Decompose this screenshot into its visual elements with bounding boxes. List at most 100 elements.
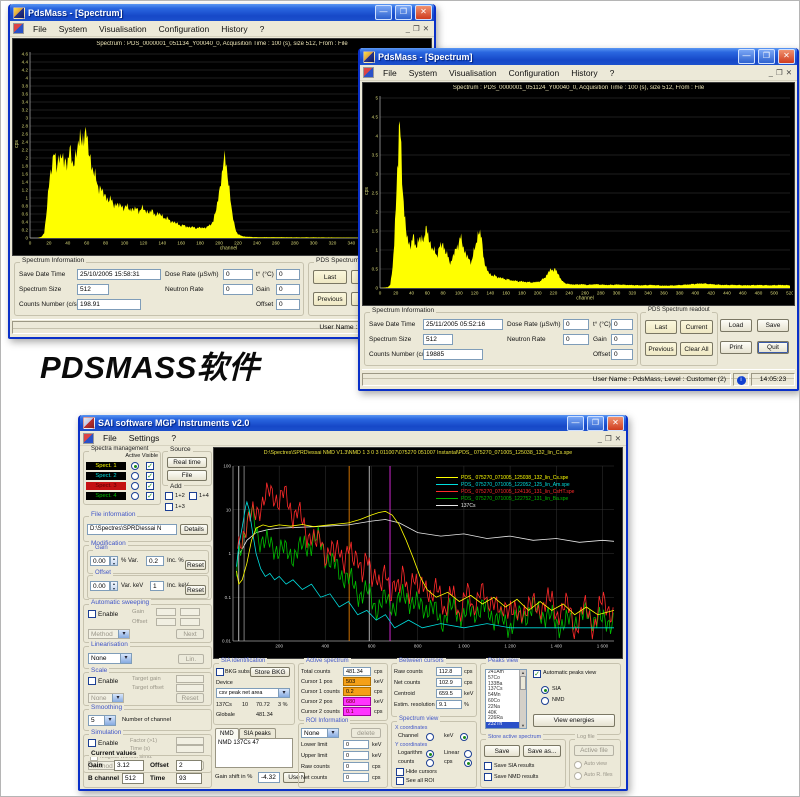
menu-help[interactable]: ?: [254, 24, 271, 34]
gain-shift-field[interactable]: -4.32: [258, 772, 280, 783]
file-button[interactable]: File: [167, 470, 207, 481]
mdi-close-icon[interactable]: ✕: [615, 434, 621, 443]
simulation-enable-checkbox[interactable]: [88, 739, 96, 747]
mdi-restore-icon[interactable]: ❐: [776, 68, 783, 77]
logarithm-radio[interactable]: [426, 750, 434, 758]
save-nmd-results-checkbox[interactable]: [484, 773, 492, 781]
counts-field[interactable]: 19885: [423, 349, 483, 360]
nmd-radio[interactable]: [541, 697, 549, 705]
listbox-scrollbar[interactable]: [519, 670, 526, 728]
menu-help[interactable]: ?: [604, 68, 621, 78]
current-button[interactable]: Current: [680, 320, 713, 334]
minimize-button[interactable]: —: [738, 49, 755, 64]
previous-button[interactable]: Previous: [313, 292, 347, 306]
minimize-button[interactable]: —: [567, 416, 584, 431]
view-energies-button[interactable]: View energies: [533, 714, 615, 727]
tem​p-field[interactable]: 0: [276, 269, 300, 280]
tab-nmd[interactable]: NMD: [215, 728, 239, 739]
mdi-restore-icon[interactable]: ❐: [413, 24, 420, 33]
linearisation-dropdown[interactable]: None: [88, 653, 132, 664]
linear-radio[interactable]: [464, 750, 472, 758]
menu-system[interactable]: System: [403, 68, 443, 78]
roi-lower-field[interactable]: 0: [343, 740, 369, 749]
offset-reset-button[interactable]: Reset: [185, 585, 206, 595]
details-button[interactable]: Details: [180, 524, 208, 535]
add-1-4-checkbox[interactable]: [189, 492, 197, 500]
gain-inc-field[interactable]: 0.2: [146, 556, 164, 566]
spectrum-plot[interactable]: 00.511.522.533.544.550204060801001201401…: [364, 94, 793, 306]
mdi-minimize-icon[interactable]: _: [769, 68, 773, 77]
title-bar[interactable]: PdsMass - [Spectrum] — ❐ ✕: [360, 48, 797, 65]
spectrum-2-visible-checkbox[interactable]: ✓: [146, 472, 154, 480]
scale-enable-checkbox[interactable]: [88, 677, 96, 685]
peaks-listbox[interactable]: 241Am 57Co 133Ba 137Cs 54Mn 60Co 22Na 40…: [485, 669, 527, 729]
spectrum-size-field[interactable]: 512: [423, 334, 453, 345]
mdi-restore-icon[interactable]: ❐: [605, 434, 612, 443]
device-mode-dropdown[interactable]: csv peak net area: [216, 688, 290, 698]
mdi-close-icon[interactable]: ✕: [423, 24, 429, 33]
print-button[interactable]: Print: [720, 341, 752, 354]
spectrum-size-field[interactable]: 512: [77, 284, 109, 295]
see-all-roi-checkbox[interactable]: [396, 777, 404, 785]
channel-radio[interactable]: [426, 733, 434, 741]
hide-cursors-checkbox[interactable]: [396, 768, 404, 776]
minimize-button[interactable]: —: [375, 5, 392, 20]
spectrum-2-active-radio[interactable]: [131, 472, 139, 480]
menu-configuration[interactable]: Configuration: [153, 24, 216, 34]
title-bar[interactable]: SAI software MGP Instruments v2.0 — ❐ ✕: [80, 415, 626, 431]
gain-reset-button[interactable]: Reset: [185, 560, 206, 570]
spectrum-1-active-radio[interactable]: [131, 462, 139, 470]
file-path-field[interactable]: D:\Spectres\SPRD\essai N: [87, 524, 177, 535]
menu-file[interactable]: File: [377, 68, 403, 78]
gain-spinner[interactable]: 0.00: [90, 556, 110, 566]
maximize-button[interactable]: ❐: [758, 49, 775, 64]
mdi-close-icon[interactable]: ✕: [786, 68, 792, 77]
spectrum-1-visible-checkbox[interactable]: ✓: [146, 462, 154, 470]
offset-spinner[interactable]: 0.00: [90, 581, 110, 591]
close-button[interactable]: ✕: [415, 5, 432, 20]
last-button[interactable]: Last: [313, 270, 347, 284]
last-button[interactable]: Last: [645, 320, 677, 334]
offset-field[interactable]: 0: [611, 349, 633, 360]
store-bkg-button[interactable]: Store BKG: [250, 667, 290, 677]
spectrum-4-visible-checkbox[interactable]: ✓: [146, 492, 154, 500]
smoothing-dropdown[interactable]: 5: [88, 715, 116, 726]
dose-rate-field[interactable]: 0: [223, 269, 253, 280]
temp-field[interactable]: 0: [611, 319, 633, 330]
mdi-minimize-icon[interactable]: _: [598, 434, 602, 443]
neutron-rate-field[interactable]: 0: [223, 284, 253, 295]
maximize-button[interactable]: ❐: [395, 5, 412, 20]
roi-dropdown[interactable]: None: [301, 728, 339, 738]
load-button[interactable]: Load: [720, 319, 752, 332]
dose-rate-field[interactable]: 0: [563, 319, 589, 330]
sia-radio[interactable]: [541, 686, 549, 694]
offset-inc-field[interactable]: 1: [150, 581, 164, 591]
save-spectrum-button[interactable]: Save: [484, 745, 520, 757]
counts-field[interactable]: 198.91: [77, 299, 141, 310]
menu-settings[interactable]: Settings: [123, 433, 166, 443]
cps-radio[interactable]: [464, 759, 472, 767]
add-1-3-checkbox[interactable]: [165, 503, 173, 511]
offset-field[interactable]: 0: [276, 299, 300, 310]
clear-all-button[interactable]: Clear All: [680, 342, 713, 356]
counts-radio[interactable]: [426, 759, 434, 767]
menu-system[interactable]: System: [53, 24, 93, 34]
menu-file[interactable]: File: [97, 433, 123, 443]
gain-field[interactable]: 0: [611, 334, 633, 345]
real-time-button[interactable]: Real time: [167, 457, 207, 468]
close-button[interactable]: ✕: [778, 49, 795, 64]
kev-radio[interactable]: [460, 733, 468, 741]
menu-visualisation[interactable]: Visualisation: [93, 24, 153, 34]
spectrum-4-active-radio[interactable]: [131, 492, 139, 500]
bkg-subs-checkbox[interactable]: [216, 668, 224, 676]
menu-file[interactable]: File: [27, 24, 53, 34]
save-sia-results-checkbox[interactable]: [484, 762, 492, 770]
quit-button[interactable]: Quit: [757, 341, 789, 354]
neutron-rate-field[interactable]: 0: [563, 334, 589, 345]
previous-button[interactable]: Previous: [645, 342, 677, 356]
menu-help[interactable]: ?: [165, 433, 182, 443]
save-date-field[interactable]: 25/11/2005 05:52:16: [423, 319, 503, 330]
save-date-field[interactable]: 25/10/2005 15:58:31: [77, 269, 161, 280]
menu-configuration[interactable]: Configuration: [503, 68, 566, 78]
spectrum-3-visible-checkbox[interactable]: ✓: [146, 482, 154, 490]
